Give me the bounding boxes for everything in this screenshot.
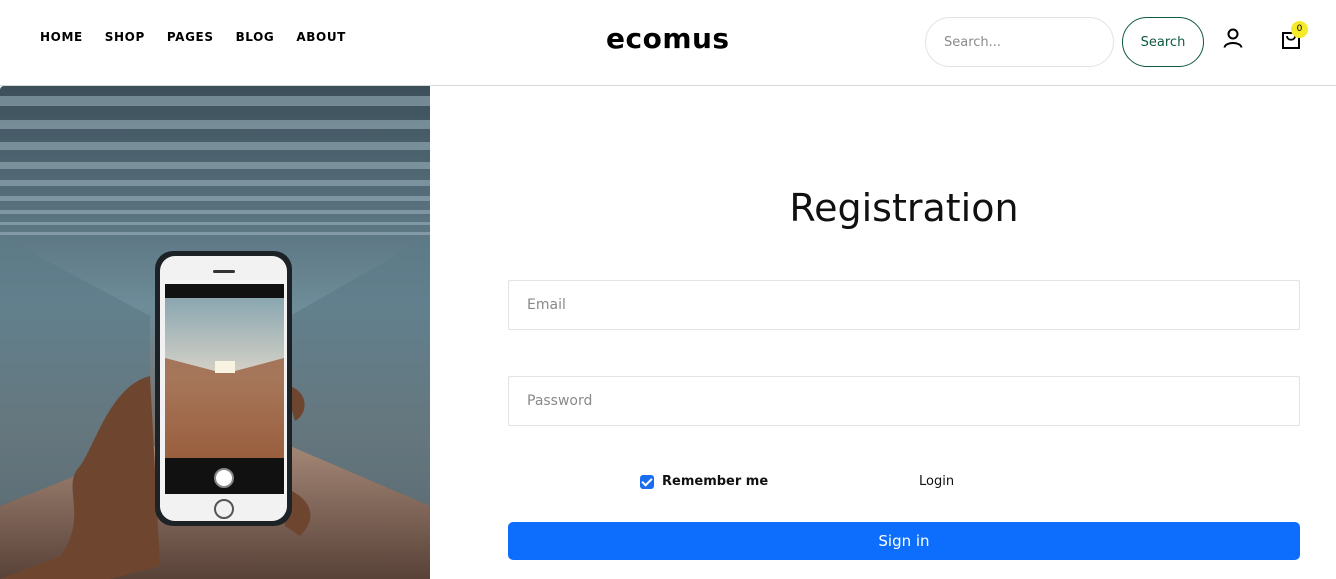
remember-me-label: Remember me: [662, 474, 769, 489]
nav-blog[interactable]: BLOG: [236, 30, 275, 44]
hero-image: [0, 86, 430, 579]
user-icon[interactable]: [1222, 27, 1244, 49]
nav-shop[interactable]: SHOP: [105, 30, 145, 44]
login-link[interactable]: Login: [919, 474, 954, 489]
nav-about[interactable]: ABOUT: [296, 30, 346, 44]
password-field[interactable]: [508, 376, 1300, 426]
cart-count-badge: 0: [1291, 21, 1308, 38]
nav-pages[interactable]: PAGES: [167, 30, 214, 44]
search-input[interactable]: [925, 17, 1114, 67]
remember-me-checkbox[interactable]: Remember me: [640, 474, 768, 489]
main-nav: HOME SHOP PAGES BLOG ABOUT: [40, 30, 346, 44]
checkbox-checked-icon[interactable]: [640, 474, 654, 489]
phone-in-corridor-image: [0, 86, 430, 579]
sign-in-button[interactable]: Sign in: [508, 522, 1300, 560]
search-button[interactable]: Search: [1122, 17, 1204, 67]
site-logo[interactable]: ecomus: [606, 22, 730, 55]
nav-home[interactable]: HOME: [40, 30, 83, 44]
email-field[interactable]: [508, 280, 1300, 330]
page-title: Registration: [789, 186, 1019, 230]
site-header: HOME SHOP PAGES BLOG ABOUT ecomus Search…: [0, 0, 1336, 86]
